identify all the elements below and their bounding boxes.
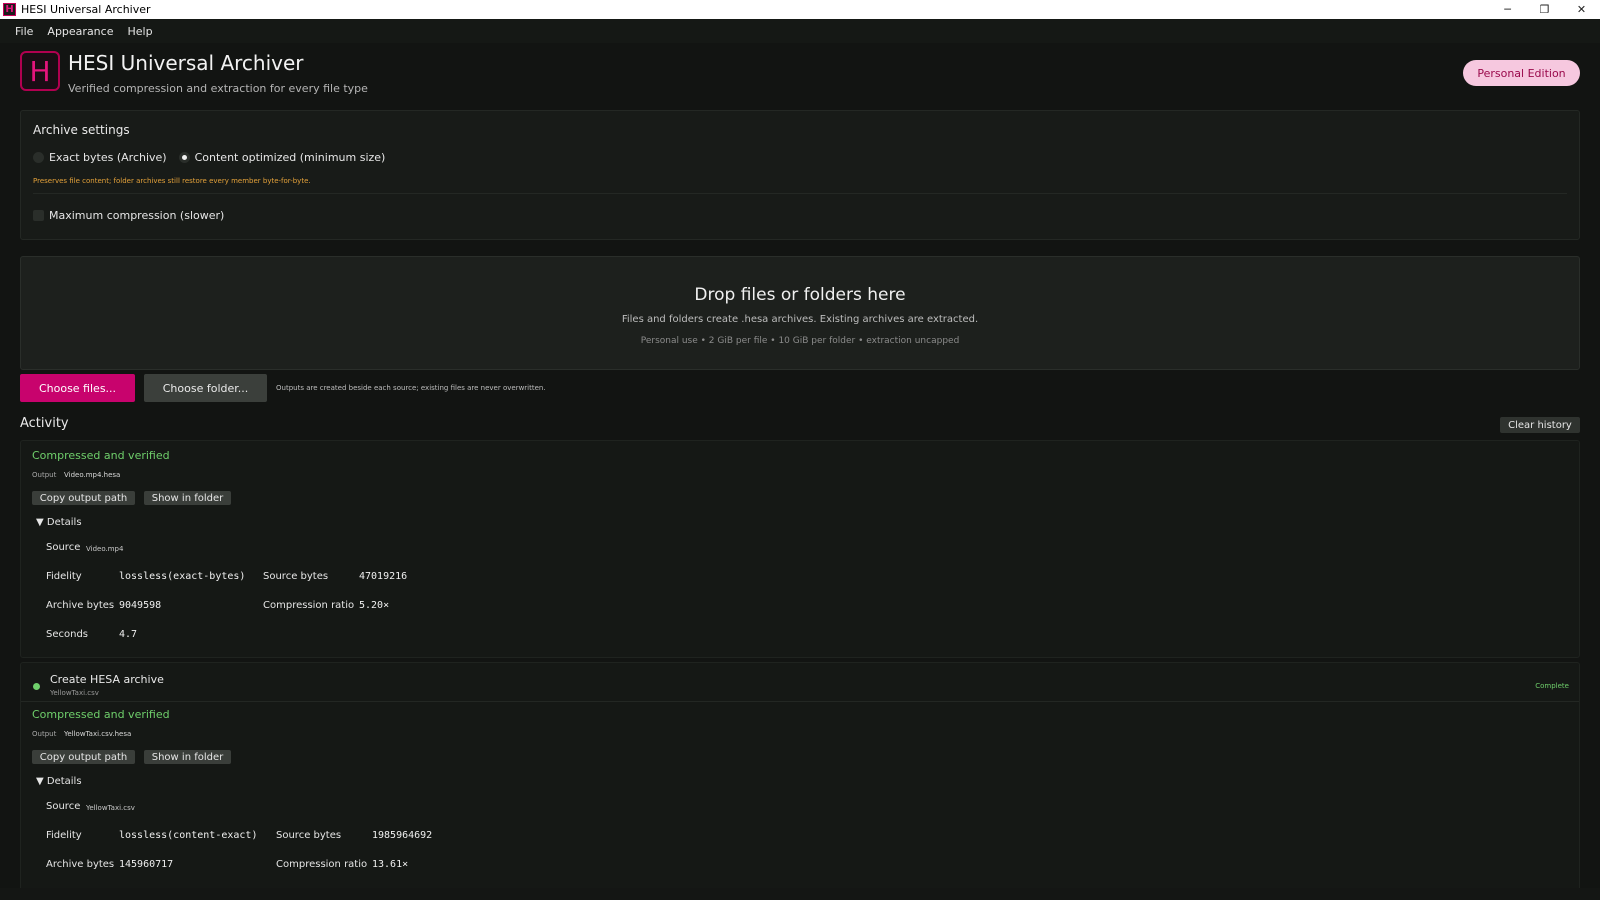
settings-note: Preserves file content; folder archives …: [33, 177, 311, 185]
window-title: HESI Universal Archiver: [21, 3, 151, 16]
drop-subtitle: Files and folders create .hesa archives.…: [621, 314, 979, 325]
window-titlebar: H HESI Universal Archiver ─ ❐ ✕: [0, 0, 1600, 19]
clear-history-button[interactable]: Clear history: [1500, 417, 1580, 433]
source-value: YellowTaxi.csv: [86, 804, 135, 812]
archive-bytes-label: Archive bytes: [46, 859, 115, 870]
app-icon: H: [3, 3, 16, 16]
mode-radio-group: Exact bytes (Archive) Content optimized …: [33, 151, 397, 164]
copy-output-path-button[interactable]: Copy output path: [32, 491, 135, 505]
radio-exact-bytes-label[interactable]: Exact bytes (Archive): [49, 151, 167, 164]
source-bytes-value: 47019216: [359, 571, 408, 582]
menu-bar: File Appearance Help: [0, 19, 1600, 43]
drop-zone[interactable]: Drop files or folders here Files and fol…: [20, 256, 1580, 370]
radio-content-optimized-label[interactable]: Content optimized (minimum size): [195, 151, 386, 164]
source-label: Source: [46, 542, 81, 553]
show-in-folder-button[interactable]: Show in folder: [144, 750, 231, 764]
restore-button[interactable]: ❐: [1526, 0, 1563, 19]
outputs-note: Outputs are created beside each source; …: [276, 384, 546, 392]
status-dot-icon: [33, 683, 40, 690]
activity-heading: Activity: [20, 416, 69, 431]
radio-exact-bytes[interactable]: [33, 152, 44, 163]
menu-file[interactable]: File: [0, 25, 40, 38]
seconds-value: 4.7: [119, 629, 138, 640]
status-text: Compressed and verified: [32, 708, 170, 721]
source-bytes-value: 1985964692: [372, 830, 433, 841]
max-compression-checkbox[interactable]: [33, 210, 44, 221]
choose-files-button[interactable]: Choose files...: [20, 374, 135, 402]
archive-settings-panel: Archive settings Exact bytes (Archive) C…: [20, 110, 1580, 240]
archive-bytes-value: 145960717: [119, 859, 174, 870]
archive-bytes-label: Archive bytes: [46, 600, 115, 611]
edition-badge[interactable]: Personal Edition: [1463, 60, 1580, 86]
choose-folder-button[interactable]: Choose folder...: [144, 374, 267, 402]
drop-title: Drop files or folders here: [694, 285, 906, 305]
max-compression-row: Maximum compression (slower): [33, 209, 224, 222]
fidelity-value: lossless(exact-bytes): [119, 571, 246, 582]
source-value: Video.mp4: [86, 545, 124, 553]
source-bytes-label: Source bytes: [276, 830, 342, 841]
compression-ratio-value: 5.20×: [359, 600, 390, 611]
details-toggle[interactable]: ▼ Details: [36, 776, 82, 787]
page-title: HESI Universal Archiver: [68, 51, 304, 75]
minimize-button[interactable]: ─: [1489, 0, 1526, 19]
bottom-edge: [0, 888, 1600, 900]
source-label: Source: [46, 801, 81, 812]
fidelity-label: Fidelity: [46, 830, 82, 841]
output-path: Video.mp4.hesa: [64, 471, 121, 479]
menu-help[interactable]: Help: [120, 25, 159, 38]
activity-entry: Create HESA archive YellowTaxi.csv Compl…: [20, 662, 1580, 900]
settings-title: Archive settings: [33, 123, 130, 137]
details-toggle[interactable]: ▼ Details: [36, 517, 82, 528]
fidelity-value: lossless(content-exact): [119, 830, 258, 841]
app-logo: H: [20, 51, 60, 91]
drop-limits: Personal use • 2 GiB per file • 10 GiB p…: [640, 336, 960, 346]
fidelity-label: Fidelity: [46, 571, 82, 582]
task-file: YellowTaxi.csv: [50, 689, 99, 697]
status-text: Compressed and verified: [32, 449, 170, 462]
activity-entry: Compressed and verified Output Video.mp4…: [20, 440, 1580, 658]
output-path: YellowTaxi.csv.hesa: [64, 730, 132, 738]
divider: [21, 701, 1579, 702]
window-controls: ─ ❐ ✕: [1489, 0, 1600, 19]
max-compression-label[interactable]: Maximum compression (slower): [49, 209, 224, 222]
menu-appearance[interactable]: Appearance: [40, 25, 120, 38]
show-in-folder-button[interactable]: Show in folder: [144, 491, 231, 505]
compression-ratio-label: Compression ratio: [263, 600, 355, 611]
seconds-label: Seconds: [46, 629, 89, 640]
task-title: Create HESA archive: [50, 673, 164, 686]
compression-ratio-value: 13.61×: [372, 859, 409, 870]
task-status: Complete: [1535, 682, 1569, 690]
page-subtitle: Verified compression and extraction for …: [68, 82, 368, 95]
source-bytes-label: Source bytes: [263, 571, 329, 582]
compression-ratio-label: Compression ratio: [276, 859, 368, 870]
close-button[interactable]: ✕: [1563, 0, 1600, 19]
output-label: Output: [32, 471, 57, 479]
copy-output-path-button[interactable]: Copy output path: [32, 750, 135, 764]
archive-bytes-value: 9049598: [119, 600, 162, 611]
radio-content-optimized[interactable]: [178, 152, 190, 163]
output-label: Output: [32, 730, 57, 738]
divider: [33, 193, 1567, 194]
